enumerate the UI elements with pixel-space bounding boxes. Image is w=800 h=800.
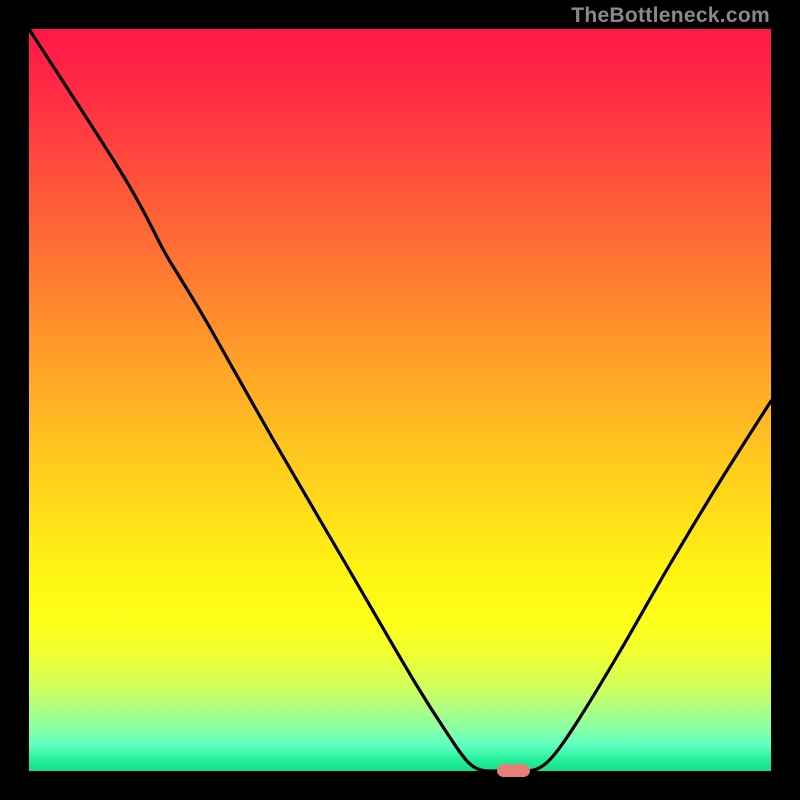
chart-canvas: TheBottleneck.com bbox=[0, 0, 800, 800]
curve-layer bbox=[29, 29, 771, 771]
watermark-label: TheBottleneck.com bbox=[571, 4, 770, 28]
bottleneck-curve bbox=[29, 29, 771, 771]
plot-area bbox=[29, 29, 771, 771]
optimal-marker bbox=[497, 764, 530, 777]
